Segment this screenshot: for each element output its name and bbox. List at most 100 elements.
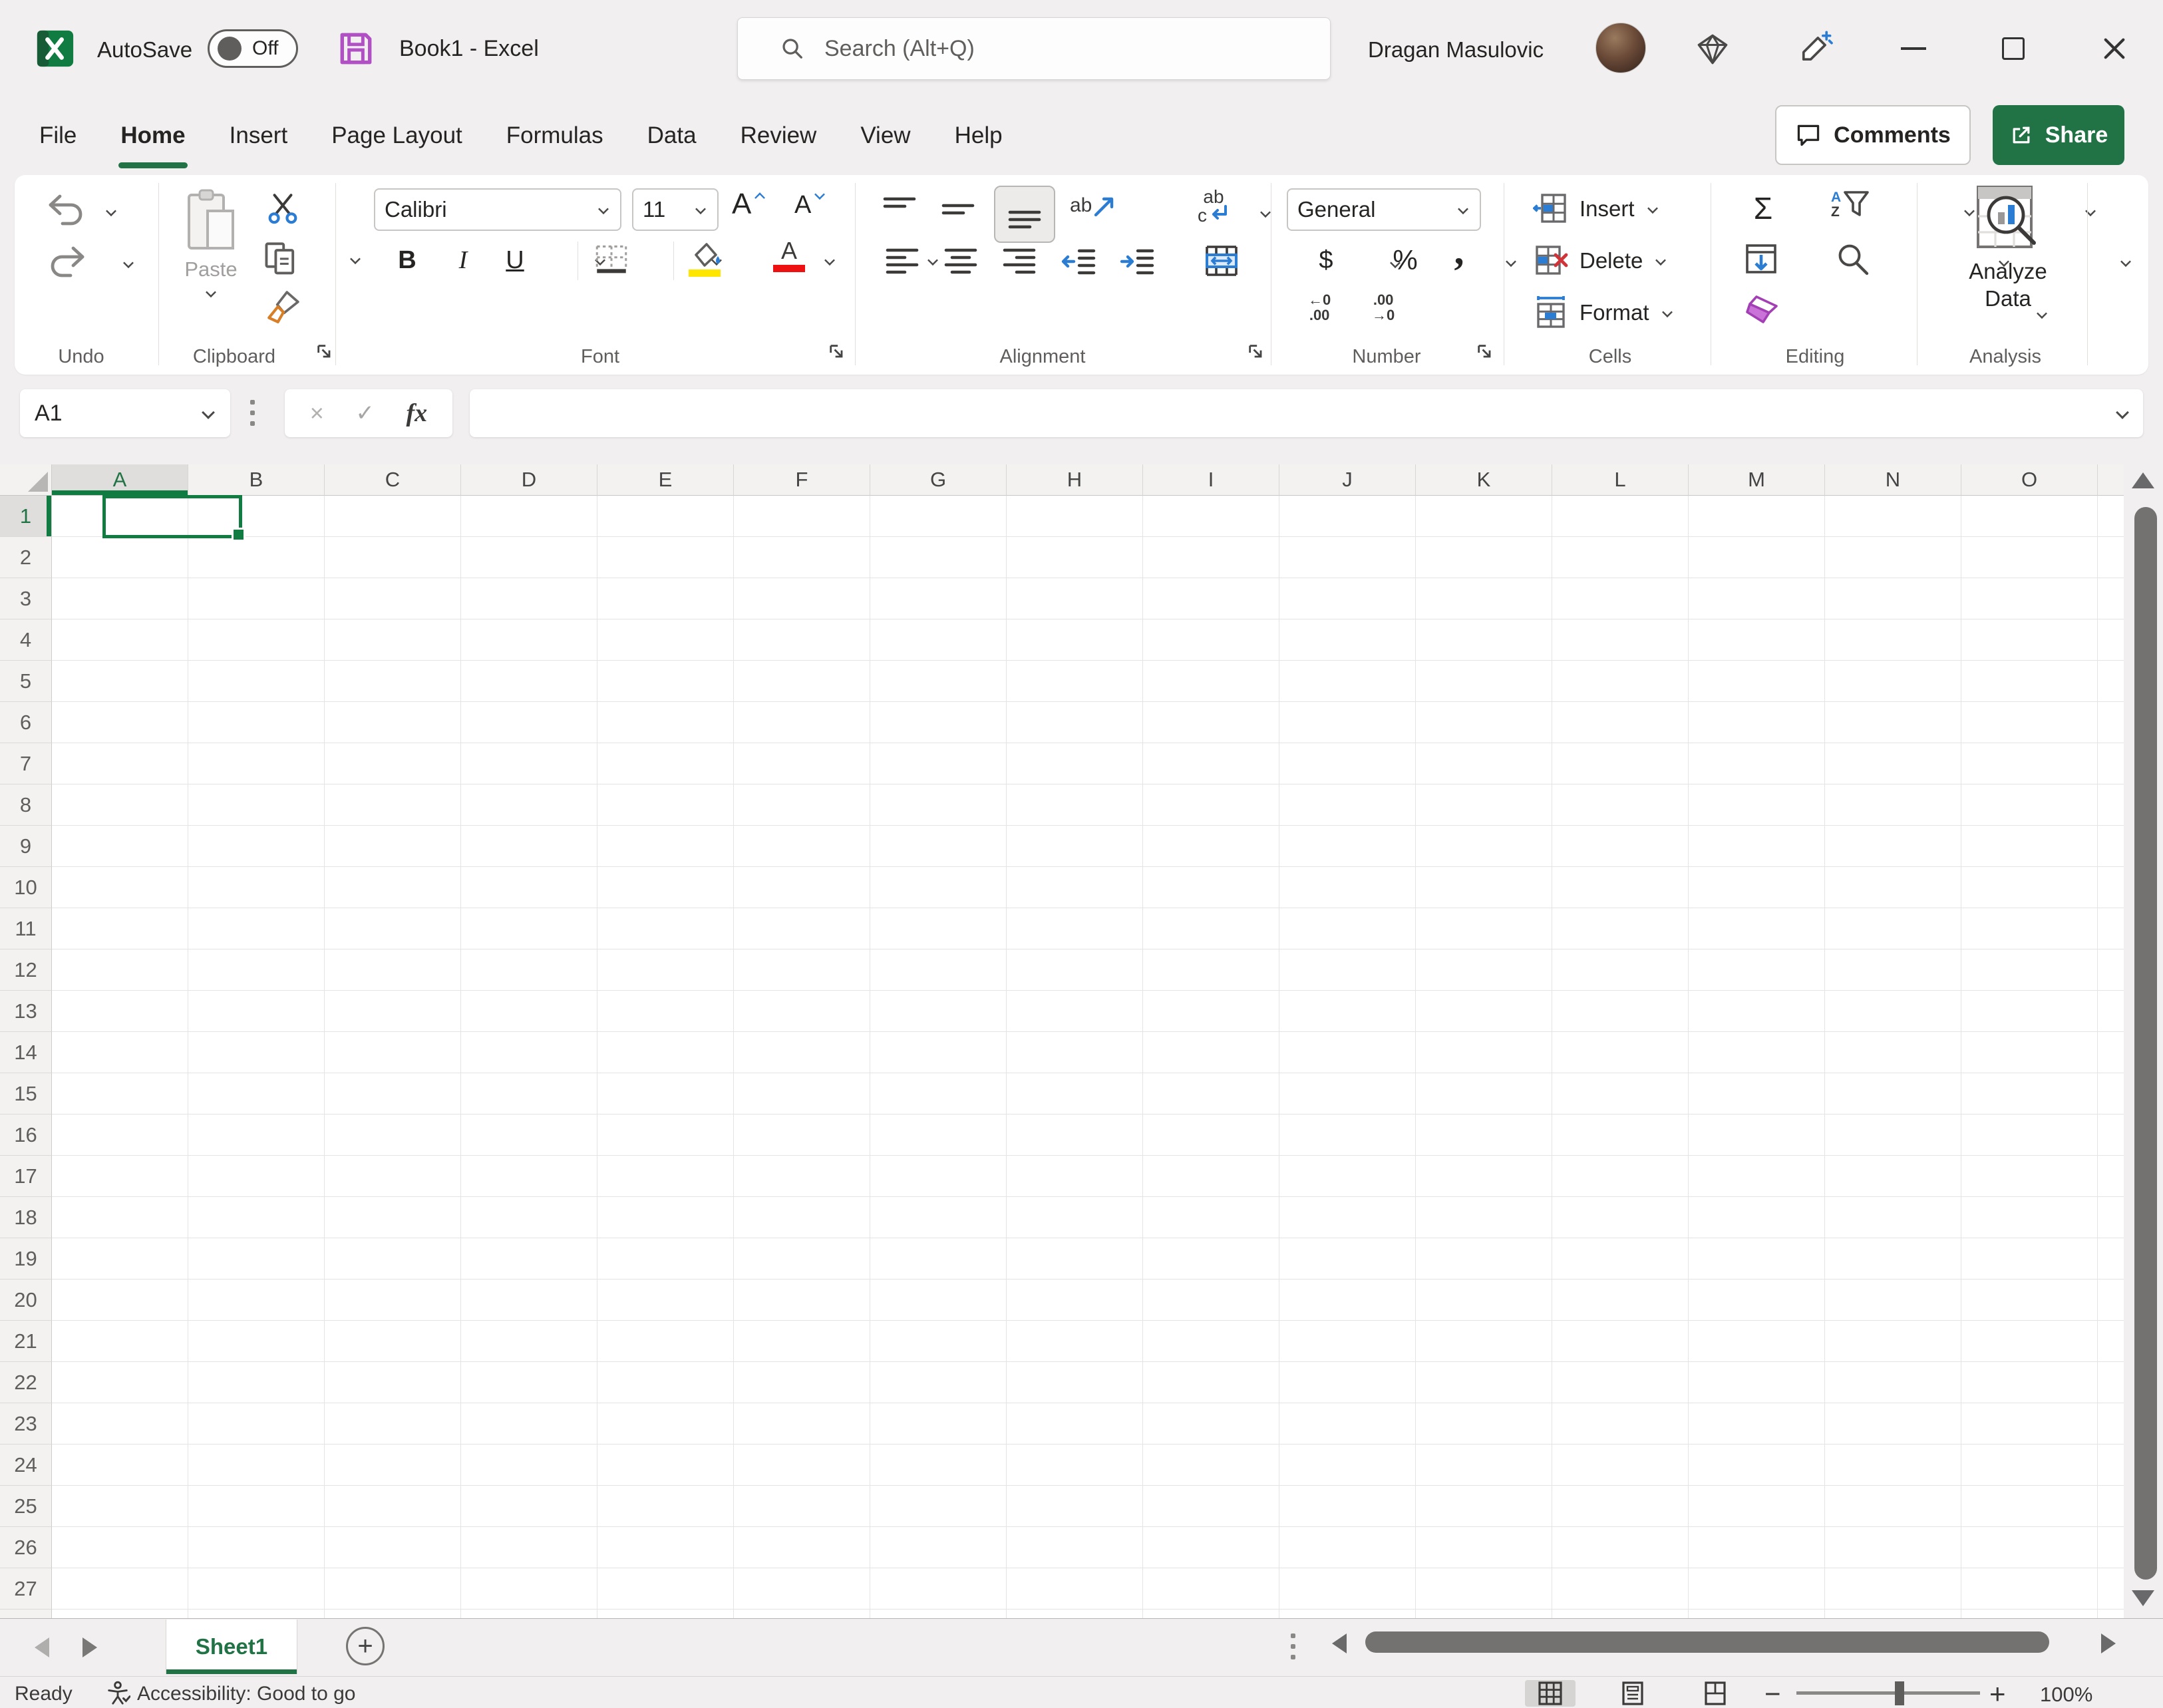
cell-B27[interactable] bbox=[188, 1568, 325, 1610]
find-select-button[interactable] bbox=[1835, 242, 1871, 277]
zoom-level[interactable]: 100% bbox=[2040, 1683, 2092, 1707]
middle-align-button[interactable] bbox=[941, 195, 975, 224]
cell-K13[interactable] bbox=[1416, 991, 1552, 1032]
cell-I7[interactable] bbox=[1143, 743, 1279, 784]
cell-L13[interactable] bbox=[1552, 991, 1689, 1032]
cell-K7[interactable] bbox=[1416, 743, 1552, 784]
cell-M21[interactable] bbox=[1689, 1321, 1825, 1362]
cell-A21[interactable] bbox=[52, 1321, 188, 1362]
cell-G6[interactable] bbox=[870, 702, 1007, 743]
analyze-data-button[interactable]: Analyze Data bbox=[1956, 184, 2060, 313]
cell-M20[interactable] bbox=[1689, 1280, 1825, 1321]
cell-partial-row-11[interactable] bbox=[2098, 908, 2124, 949]
column-header-H[interactable]: H bbox=[1007, 464, 1143, 496]
cell-D15[interactable] bbox=[461, 1073, 597, 1114]
name-box[interactable]: A1 bbox=[20, 389, 230, 437]
cell-partial-row-28[interactable] bbox=[2098, 1610, 2124, 1618]
cell-C1[interactable] bbox=[325, 496, 461, 537]
cell-A3[interactable] bbox=[52, 578, 188, 619]
cell-G14[interactable] bbox=[870, 1032, 1007, 1073]
column-header-B[interactable]: B bbox=[188, 464, 325, 496]
cell-M28[interactable] bbox=[1689, 1610, 1825, 1618]
row-header-1[interactable]: 1 bbox=[0, 496, 52, 537]
row-header-18[interactable]: 18 bbox=[0, 1197, 52, 1238]
cell-partial-row-16[interactable] bbox=[2098, 1114, 2124, 1156]
cell-G7[interactable] bbox=[870, 743, 1007, 784]
cell-O23[interactable] bbox=[1961, 1403, 2098, 1445]
cell-D27[interactable] bbox=[461, 1568, 597, 1610]
cell-K6[interactable] bbox=[1416, 702, 1552, 743]
decrease-decimal-button[interactable]: .00 →0 bbox=[1372, 292, 1395, 323]
cell-K3[interactable] bbox=[1416, 578, 1552, 619]
cell-D6[interactable] bbox=[461, 702, 597, 743]
cell-G21[interactable] bbox=[870, 1321, 1007, 1362]
cell-C6[interactable] bbox=[325, 702, 461, 743]
cell-D17[interactable] bbox=[461, 1156, 597, 1197]
cell-D4[interactable] bbox=[461, 619, 597, 661]
cell-partial-row-22[interactable] bbox=[2098, 1362, 2124, 1403]
cell-partial-row-26[interactable] bbox=[2098, 1527, 2124, 1568]
row-header-24[interactable]: 24 bbox=[0, 1445, 52, 1486]
cell-D28[interactable] bbox=[461, 1610, 597, 1618]
cell-H25[interactable] bbox=[1007, 1486, 1143, 1527]
align-left-button[interactable] bbox=[885, 247, 919, 276]
premium-diamond-icon[interactable] bbox=[1695, 32, 1730, 67]
cell-J18[interactable] bbox=[1279, 1197, 1416, 1238]
row-header-6[interactable]: 6 bbox=[0, 702, 52, 743]
decrease-indent-button[interactable] bbox=[1061, 247, 1096, 276]
share-button[interactable]: Share bbox=[1993, 105, 2124, 165]
cell-E16[interactable] bbox=[597, 1114, 734, 1156]
row-header-23[interactable]: 23 bbox=[0, 1403, 52, 1445]
cell-J23[interactable] bbox=[1279, 1403, 1416, 1445]
cell-L27[interactable] bbox=[1552, 1568, 1689, 1610]
cell-C11[interactable] bbox=[325, 908, 461, 949]
cell-O28[interactable] bbox=[1961, 1610, 2098, 1618]
cell-E8[interactable] bbox=[597, 784, 734, 826]
cell-M8[interactable] bbox=[1689, 784, 1825, 826]
cell-O11[interactable] bbox=[1961, 908, 2098, 949]
cell-partial-row-24[interactable] bbox=[2098, 1445, 2124, 1486]
cell-B5[interactable] bbox=[188, 661, 325, 702]
cell-G5[interactable] bbox=[870, 661, 1007, 702]
cell-J28[interactable] bbox=[1279, 1610, 1416, 1618]
cell-I13[interactable] bbox=[1143, 991, 1279, 1032]
cell-J26[interactable] bbox=[1279, 1527, 1416, 1568]
cell-H10[interactable] bbox=[1007, 867, 1143, 908]
cell-C2[interactable] bbox=[325, 537, 461, 578]
cell-N11[interactable] bbox=[1825, 908, 1961, 949]
cell-K21[interactable] bbox=[1416, 1321, 1552, 1362]
cell-G9[interactable] bbox=[870, 826, 1007, 867]
cell-O15[interactable] bbox=[1961, 1073, 2098, 1114]
save-icon[interactable] bbox=[337, 29, 375, 68]
cell-B4[interactable] bbox=[188, 619, 325, 661]
cell-F17[interactable] bbox=[734, 1156, 870, 1197]
cell-C28[interactable] bbox=[325, 1610, 461, 1618]
cell-N23[interactable] bbox=[1825, 1403, 1961, 1445]
sort-filter-button[interactable]: A Z bbox=[1831, 190, 1870, 220]
cell-B19[interactable] bbox=[188, 1238, 325, 1280]
cell-H21[interactable] bbox=[1007, 1321, 1143, 1362]
cell-K16[interactable] bbox=[1416, 1114, 1552, 1156]
cell-D10[interactable] bbox=[461, 867, 597, 908]
cell-F18[interactable] bbox=[734, 1197, 870, 1238]
row-header-13[interactable]: 13 bbox=[0, 991, 52, 1032]
column-header-K[interactable]: K bbox=[1416, 464, 1552, 496]
cell-O14[interactable] bbox=[1961, 1032, 2098, 1073]
cell-H19[interactable] bbox=[1007, 1238, 1143, 1280]
cell-N26[interactable] bbox=[1825, 1527, 1961, 1568]
cell-O27[interactable] bbox=[1961, 1568, 2098, 1610]
expand-formula-bar-chevron[interactable] bbox=[2115, 406, 2130, 421]
top-align-button[interactable] bbox=[882, 195, 917, 224]
cell-H4[interactable] bbox=[1007, 619, 1143, 661]
cell-I11[interactable] bbox=[1143, 908, 1279, 949]
document-title[interactable]: Book1 - Excel bbox=[399, 36, 539, 62]
cell-L3[interactable] bbox=[1552, 578, 1689, 619]
cell-L26[interactable] bbox=[1552, 1527, 1689, 1568]
row-header-20[interactable]: 20 bbox=[0, 1280, 52, 1321]
cell-N6[interactable] bbox=[1825, 702, 1961, 743]
increase-decimal-button[interactable]: ←0 .00 bbox=[1308, 292, 1331, 323]
cell-partial-row-3[interactable] bbox=[2098, 578, 2124, 619]
cell-K23[interactable] bbox=[1416, 1403, 1552, 1445]
cell-partial-row-18[interactable] bbox=[2098, 1197, 2124, 1238]
pen-sparkle-icon[interactable] bbox=[1796, 29, 1834, 67]
